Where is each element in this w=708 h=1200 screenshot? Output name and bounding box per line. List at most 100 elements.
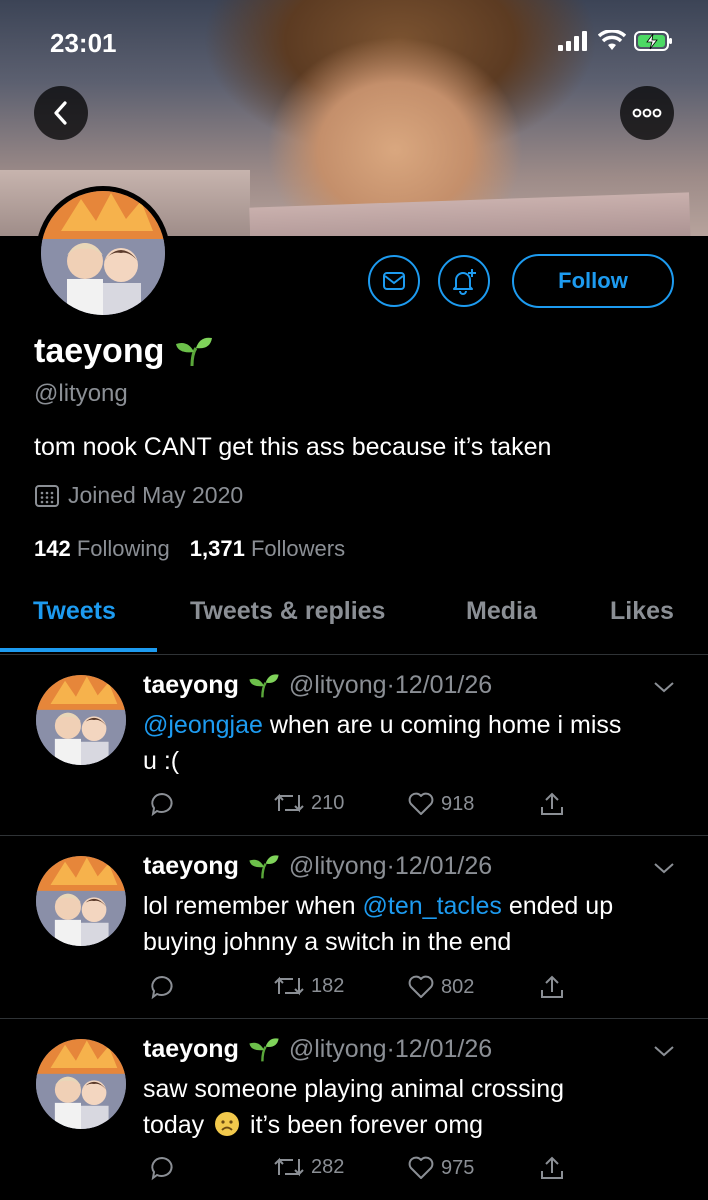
active-tab-indicator xyxy=(0,648,157,652)
retweet-button[interactable]: 282 xyxy=(273,1155,344,1179)
tweet-actions: 282 975 xyxy=(143,1155,683,1185)
reply-icon xyxy=(151,975,173,1000)
chevron-down-icon[interactable] xyxy=(652,1043,676,1059)
like-count: 802 xyxy=(441,975,475,998)
tweet-author-name[interactable]: taeyong xyxy=(143,671,239,700)
chevron-down-icon[interactable] xyxy=(652,860,676,876)
tweet-text-line: when are u coming home i miss xyxy=(262,711,622,739)
tweet-header: taeyong @lityong · 12/01/26 xyxy=(143,671,492,700)
share-button[interactable] xyxy=(539,1155,565,1181)
tab-tweets-and-replies[interactable]: Tweets & replies xyxy=(190,597,385,626)
joined-date: Joined May 2020 xyxy=(68,482,244,508)
signal-icon xyxy=(558,31,587,51)
back-button[interactable] xyxy=(34,86,88,140)
seedling-icon xyxy=(249,1037,279,1061)
like-button[interactable]: 975 xyxy=(407,1155,474,1181)
tab-tweets[interactable]: Tweets xyxy=(33,597,116,626)
tweet-handle: @lityong xyxy=(288,1035,387,1063)
tweet-avatar[interactable] xyxy=(36,1039,126,1129)
following-count: 142 xyxy=(34,536,71,561)
retweet-icon xyxy=(274,976,304,996)
more-options-button[interactable] xyxy=(620,86,674,140)
like-count: 918 xyxy=(441,792,475,815)
follow-button[interactable]: Follow xyxy=(512,254,674,308)
tweet-mention[interactable]: @ten_tacles xyxy=(363,892,502,920)
banner-book xyxy=(249,192,691,236)
bell-plus-icon xyxy=(453,269,476,295)
tweet-text: lol remember when @ten_tacles ended up b… xyxy=(143,888,683,960)
status-icons xyxy=(558,30,674,52)
reply-button[interactable] xyxy=(149,791,175,817)
profile-bio: tom nook CANT get this ass because it’s … xyxy=(34,433,552,461)
wifi-icon xyxy=(598,30,626,50)
share-button[interactable] xyxy=(539,791,565,817)
heart-icon xyxy=(408,975,434,998)
seedling-icon xyxy=(176,337,213,366)
tweet-item[interactable]: taeyong @lityong · 12/01/26 lol remember… xyxy=(0,836,708,1019)
tweet-handle: @lityong xyxy=(288,671,387,699)
avatar-image xyxy=(41,191,165,315)
reply-button[interactable] xyxy=(149,974,175,1000)
tweet-date: 12/01/26 xyxy=(394,671,493,699)
tweet-text-line: u :( xyxy=(143,747,180,775)
profile-handle: @lityong xyxy=(34,380,128,407)
seedling-icon xyxy=(249,673,279,697)
notifications-button[interactable] xyxy=(438,255,490,307)
reply-icon xyxy=(151,792,173,817)
following-link[interactable]: 142 Following xyxy=(34,536,170,562)
tweet-header: taeyong @lityong · 12/01/26 xyxy=(143,852,492,881)
followers-label: Followers xyxy=(250,536,346,561)
share-button[interactable] xyxy=(539,974,565,1000)
profile-avatar[interactable] xyxy=(36,186,170,320)
followers-link[interactable]: 1,371 Followers xyxy=(190,536,345,562)
chevron-down-icon[interactable] xyxy=(652,679,676,695)
tweet-header: taeyong @lityong · 12/01/26 xyxy=(143,1035,492,1064)
following-label: Following xyxy=(76,536,170,561)
avatar-image xyxy=(36,675,126,765)
like-button[interactable]: 918 xyxy=(407,791,474,817)
retweet-button[interactable]: 210 xyxy=(273,791,344,815)
profile-name-row: taeyong xyxy=(34,332,214,371)
mail-icon xyxy=(383,272,405,290)
profile-display-name: taeyong xyxy=(34,332,165,370)
tab-media[interactable]: Media xyxy=(466,597,537,626)
heart-icon xyxy=(408,792,434,815)
tweet-item[interactable]: taeyong @lityong · 12/01/26 @jeongjae wh… xyxy=(0,655,708,836)
retweet-count: 282 xyxy=(311,1155,345,1178)
tweet-text-line: lol remember when xyxy=(143,892,363,920)
tweet-avatar[interactable] xyxy=(36,856,126,946)
tweet-text-line: buying johnny a switch in the end xyxy=(143,928,512,956)
tweet-separator: · xyxy=(386,852,395,880)
followers-count: 1,371 xyxy=(189,536,245,561)
avatar-image xyxy=(36,1039,126,1129)
tweet-text-line: today xyxy=(143,1111,212,1139)
retweet-button[interactable]: 182 xyxy=(273,974,344,998)
tweet-actions: 182 802 xyxy=(143,974,683,1004)
tweet-author-name[interactable]: taeyong xyxy=(143,1035,239,1064)
tweet-mention[interactable]: @jeongjae xyxy=(143,711,263,739)
message-button[interactable] xyxy=(368,255,420,307)
like-count: 975 xyxy=(441,1156,475,1179)
retweet-count: 210 xyxy=(311,791,345,814)
status-bar: 23:01 xyxy=(0,0,708,88)
reply-icon xyxy=(151,1156,173,1181)
tweet-author-name[interactable]: taeyong xyxy=(143,852,239,881)
tweet-separator: · xyxy=(386,671,395,699)
tab-likes[interactable]: Likes xyxy=(610,597,674,626)
tweet-item[interactable]: taeyong @lityong · 12/01/26 saw someone … xyxy=(0,1019,708,1200)
tweet-avatar[interactable] xyxy=(36,675,126,765)
heart-icon xyxy=(408,1156,434,1179)
tweet-actions: 210 918 xyxy=(143,791,683,821)
tweet-text-line: ended up xyxy=(501,892,614,920)
follow-counts: 142 Following 1,371 Followers xyxy=(34,536,345,562)
profile-tabs: Tweets Tweets & replies Media Likes xyxy=(0,582,708,655)
seedling-icon xyxy=(249,854,279,878)
tweet-text-line: it’s been forever omg xyxy=(243,1111,484,1139)
reply-button[interactable] xyxy=(149,1155,175,1181)
profile-joined: Joined May 2020 xyxy=(34,482,243,509)
tweet-separator: · xyxy=(386,1035,395,1063)
chevron-left-icon xyxy=(54,101,67,125)
like-button[interactable]: 802 xyxy=(407,974,474,1000)
tweet-date: 12/01/26 xyxy=(394,852,493,880)
retweet-icon xyxy=(274,793,304,813)
